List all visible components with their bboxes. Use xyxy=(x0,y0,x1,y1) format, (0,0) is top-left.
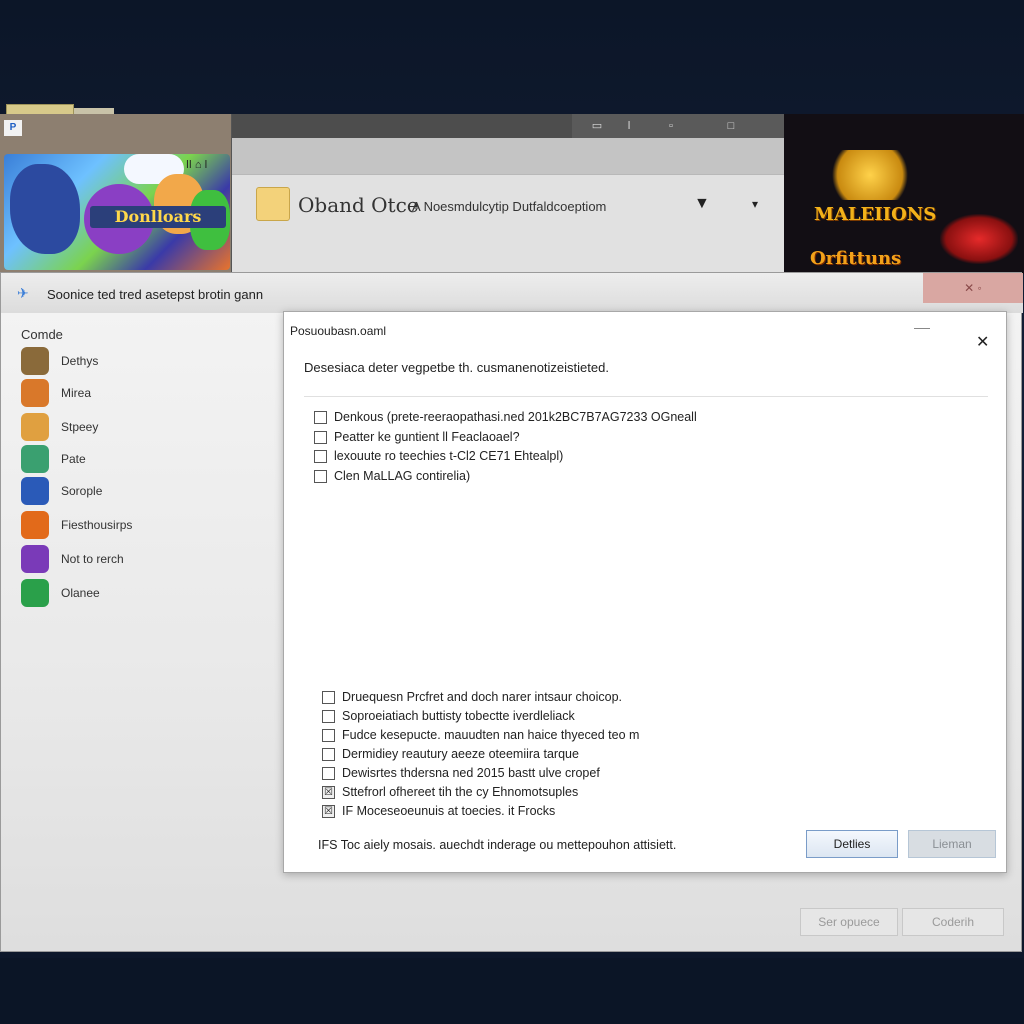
checkbox[interactable] xyxy=(322,729,335,742)
minimize-icon[interactable] xyxy=(914,328,930,329)
dialog-footer-text: IFS Toc aiely mosais. auechdt inderage o… xyxy=(318,838,677,852)
top-window-titlebar xyxy=(232,114,572,138)
sidebar-item[interactable]: Not to rerch xyxy=(21,545,271,575)
divider xyxy=(304,396,988,397)
chevron-down-icon[interactable]: ▼ xyxy=(694,195,710,213)
checkbox-label: Druequesn Prcfret and doch narer intsaur… xyxy=(342,690,623,704)
checkbox-label: Peatter ke guntient ll Feaclaoael? xyxy=(334,429,520,444)
game-logo-bottom: Orfittuns xyxy=(810,248,902,269)
sidebar-item-label: Fiesthousirps xyxy=(61,518,133,532)
app-description: A Noesmdulcytip Dutfaldcoeptiom xyxy=(412,199,607,214)
sidebar-item-label: Not to rerch xyxy=(61,552,124,566)
checkbox-label: Sttefrorl ofhereet tih the cy Ehnomotsup… xyxy=(342,785,579,799)
pin-icon[interactable]: ǀ xyxy=(616,118,642,134)
sidebar: Comde Dethys Mirea Stpeey Pate Sorople Fiesth… xyxy=(1,317,281,917)
sidebar-item-icon xyxy=(21,379,49,407)
sidebar-item-label: Stpeey xyxy=(61,420,99,434)
sidebar-item[interactable]: Dethys xyxy=(21,347,271,377)
sidebar-item-icon xyxy=(21,413,49,441)
sidebar-item[interactable]: Sorople xyxy=(21,477,271,507)
checkbox-label: Dermidiey reautury aeeze oteemiira tarqu… xyxy=(342,747,579,761)
checkbox[interactable]: ☒ xyxy=(322,786,335,799)
checkbox[interactable] xyxy=(314,469,327,483)
checkbox[interactable]: ☒ xyxy=(322,805,335,818)
window-controls: ▭ ǀ ▫ □ xyxy=(572,114,784,138)
dropdown-arrow-icon[interactable]: ▾ xyxy=(752,197,758,211)
sidebar-item-label: Mirea xyxy=(61,386,92,400)
game-title-logo: Donlloars xyxy=(90,206,226,228)
checkbox-label: Fudce kesepucte. mauudten nan haice thye… xyxy=(342,728,640,742)
window-title: Soonice ted tred asetepst brotin gann xyxy=(47,287,264,302)
sidebar-item-icon xyxy=(21,477,49,505)
checkbox-label: Clen MaLLAG contirelia) xyxy=(334,468,471,483)
sidebar-item-label: Sorople xyxy=(61,484,103,498)
main-titlebar: ✈ Soonice ted tred asetepst brotin gann … xyxy=(1,273,1023,313)
primary-button[interactable]: Detlies xyxy=(806,830,898,858)
options-dialog: Posuoubasn.oaml ✕ Desesiaca deter vegpet… xyxy=(283,311,1007,873)
close-button[interactable]: ✕ ◦ xyxy=(923,273,1023,303)
checkbox-label: Dewisrtes thdersna ned 2015 bastt ulve c… xyxy=(342,766,600,780)
sidebar-item-icon xyxy=(21,511,49,539)
thumbnail-controls: ⠀ǀǀ ⌂ ǀ xyxy=(178,159,208,171)
sidebar-heading: Comde xyxy=(21,327,63,342)
checkbox-label: Denkous (prete-reeraopathasi.ned 201k2BC… xyxy=(334,410,697,424)
checkbox-label: Soproeiatiach buttisty tobectte iverdlel… xyxy=(342,709,575,723)
top-window-body: Oband Otce A Noesmdulcytip Dutfaldcoepti… xyxy=(232,174,784,272)
outer-right-button[interactable]: Coderih xyxy=(902,908,1004,936)
sidebar-item-label: Dethys xyxy=(61,354,99,368)
taskbar-band xyxy=(0,958,1024,1024)
app-name: Oband Otce xyxy=(298,193,419,217)
checkbox[interactable] xyxy=(322,691,335,704)
sidebar-item[interactable]: Fiesthousirps xyxy=(21,511,271,541)
folder-icon xyxy=(256,187,290,221)
checkbox[interactable] xyxy=(314,430,327,444)
sidebar-item-label: Pate xyxy=(61,452,86,466)
sidebar-item-icon xyxy=(21,579,49,607)
close-icon[interactable]: ✕ xyxy=(976,332,989,352)
checkbox[interactable] xyxy=(322,710,335,723)
checkbox[interactable] xyxy=(322,767,335,780)
top-app-window: ▭ ǀ ▫ □ Oband Otce A Noesmdulcytip Dutfa… xyxy=(232,114,784,272)
sidebar-item[interactable]: Pate xyxy=(21,445,271,475)
outer-left-button[interactable]: Ser opuece xyxy=(800,908,898,936)
red-creature-icon xyxy=(940,214,1018,264)
minimize-icon[interactable]: ▭ xyxy=(584,118,610,134)
checkbox-label: lexouute ro teechies t-Cl2 CE71 Ehtealpl… xyxy=(334,449,564,463)
game-thumbnail[interactable]: P Donlloars ⠀ǀǀ ⌂ ǀ xyxy=(0,114,232,274)
sidebar-item-label: Olanee xyxy=(61,586,100,600)
treasure-icon xyxy=(822,150,918,200)
checkbox-label: IF Moceseoeunuis at toecies. it Frocks xyxy=(342,804,556,818)
secondary-button[interactable]: Lieman xyxy=(908,830,996,858)
app-icon: ✈ xyxy=(17,285,29,301)
checkbox[interactable] xyxy=(314,411,327,424)
sidebar-item[interactable]: Mirea xyxy=(21,379,271,409)
top-window-toolbar xyxy=(232,138,784,174)
dialog-message: Desesiaca deter vegpetbe th. cusmanenoti… xyxy=(304,360,609,375)
checkbox[interactable] xyxy=(314,450,327,463)
app-logo-icon: P xyxy=(4,120,22,136)
sidebar-item[interactable]: Stpeey xyxy=(21,413,271,443)
sidebar-item-icon xyxy=(21,347,49,375)
sidebar-item-icon xyxy=(21,545,49,573)
sidebar-item[interactable]: Olanee xyxy=(21,579,271,609)
game-logos-panel: MALEIIONS Orfittuns xyxy=(784,114,1024,274)
sidebar-item-icon xyxy=(21,445,49,473)
restore-icon[interactable]: ▫ xyxy=(658,118,684,134)
checkbox[interactable] xyxy=(322,748,335,761)
game-logo-top: MALEIIONS xyxy=(814,204,937,225)
maximize-icon[interactable]: □ xyxy=(718,118,744,134)
dialog-title: Posuoubasn.oaml xyxy=(290,324,387,338)
